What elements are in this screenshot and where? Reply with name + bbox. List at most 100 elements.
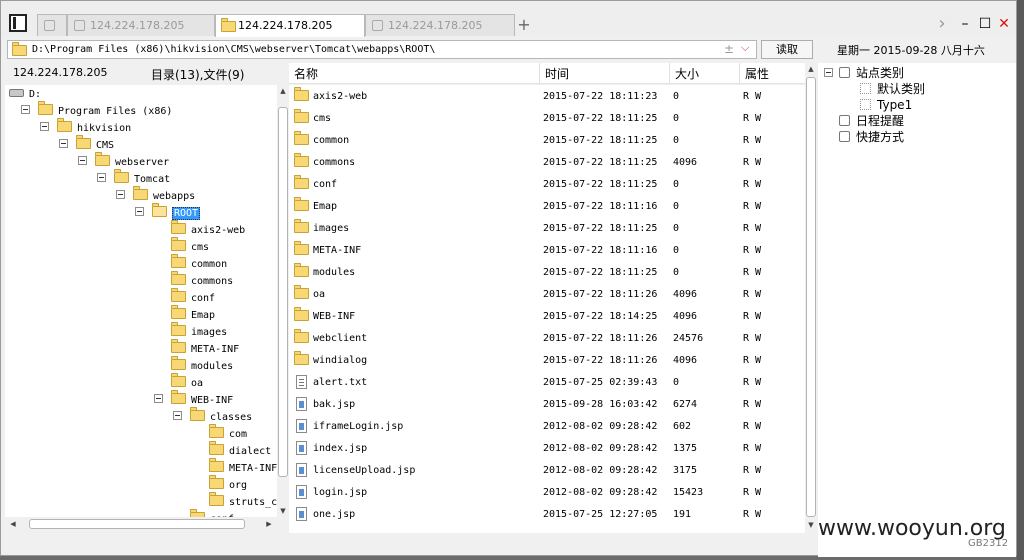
directory-tree[interactable]: D: Program Files (x86) hikvision CMS webserv… xyxy=(5,85,277,517)
scroll-up-icon[interactable]: ▲ xyxy=(277,87,289,95)
table-row[interactable]: bak.jsp 2015-09-28 16:03:42 6274 R W xyxy=(289,394,805,416)
folder-icon xyxy=(76,135,91,149)
table-row[interactable]: windialog 2015-07-22 18:11:26 4096 R W xyxy=(289,350,805,372)
tree-item[interactable]: Program Files (x86) xyxy=(21,101,172,119)
tree-item[interactable]: commons xyxy=(154,271,233,289)
table-row[interactable]: common 2015-07-22 18:11:25 0 R W xyxy=(289,130,805,152)
table-row[interactable]: iframeLogin.jsp 2012-08-02 09:28:42 602 R W xyxy=(289,416,805,438)
table-row[interactable]: WEB-INF 2015-07-22 18:14:25 4096 R W xyxy=(289,306,805,328)
scroll-thumb[interactable] xyxy=(806,77,816,517)
site-tree-item[interactable]: 日程提醒 xyxy=(824,113,904,129)
table-row[interactable]: META-INF 2015-07-22 18:11:16 0 R W xyxy=(289,240,805,262)
tree-item[interactable]: ROOT xyxy=(135,203,201,221)
col-attr-header[interactable]: 属性 xyxy=(745,65,769,82)
tree-item[interactable]: Tomcat xyxy=(97,169,170,187)
site-tree-item[interactable]: 默认类别 xyxy=(860,81,925,97)
file-list[interactable]: axis2-web 2015-07-22 18:11:23 0 R W cms 2015-… xyxy=(289,85,805,533)
tree-item[interactable]: axis2-web xyxy=(154,220,245,238)
file-size: 191 xyxy=(673,509,692,520)
tab-host-1[interactable]: 124.224.178.205 xyxy=(67,14,215,36)
tree-item-label: classes xyxy=(210,412,253,423)
site-tree-item[interactable]: Type1 xyxy=(860,97,912,113)
table-row[interactable]: cms 2015-07-22 18:11:25 0 R W xyxy=(289,108,805,130)
tree-item[interactable]: webapps xyxy=(116,186,195,204)
scroll-down-icon[interactable]: ▼ xyxy=(805,521,817,529)
tree-item[interactable]: CMS xyxy=(59,135,114,153)
read-button[interactable]: 读取 xyxy=(761,40,813,59)
collapse-icon[interactable] xyxy=(78,156,87,165)
maximize-button[interactable]: ☐ xyxy=(977,15,993,33)
tree-item[interactable]: images xyxy=(154,322,227,340)
minimize-button[interactable]: – xyxy=(958,15,972,33)
toggle-panel-icon[interactable] xyxy=(9,14,27,32)
tree-item[interactable]: struts_c xyxy=(192,492,277,510)
collapse-icon[interactable] xyxy=(116,190,125,199)
table-row[interactable]: conf 2015-07-22 18:11:25 0 R W xyxy=(289,174,805,196)
scroll-thumb[interactable] xyxy=(278,107,288,477)
collapse-icon[interactable] xyxy=(40,122,49,131)
scroll-right-icon[interactable]: ▶ xyxy=(263,520,275,528)
pin-icon[interactable]: ± xyxy=(724,42,734,56)
col-size-header[interactable]: 大小 xyxy=(675,65,699,82)
new-tab-button[interactable]: + xyxy=(516,15,532,35)
close-button[interactable]: ✕ xyxy=(997,15,1011,33)
scroll-left-icon[interactable]: ◀ xyxy=(7,520,19,528)
tree-item[interactable]: Emap xyxy=(154,305,215,323)
collapse-icon[interactable] xyxy=(824,68,833,77)
tree-item[interactable]: common xyxy=(154,254,227,272)
tab-host-2[interactable]: 124.224.178.205 xyxy=(215,14,365,37)
checkbox-icon[interactable] xyxy=(860,99,871,110)
tree-item[interactable]: classes xyxy=(173,407,253,425)
collapse-icon[interactable] xyxy=(59,139,68,148)
collapse-icon[interactable] xyxy=(21,105,30,114)
site-tree-item[interactable]: 快捷方式 xyxy=(824,129,904,145)
table-row[interactable]: oa 2015-07-22 18:11:26 4096 R W xyxy=(289,284,805,306)
tree-item[interactable]: META-INF xyxy=(154,339,239,357)
tree-item[interactable]: oa xyxy=(154,373,203,391)
file-size: 4096 xyxy=(673,311,698,322)
col-name-header[interactable]: 名称 xyxy=(294,65,318,82)
tree-item[interactable]: com xyxy=(192,424,247,442)
site-tree-item[interactable]: 站点类别 xyxy=(824,65,904,81)
tree-item[interactable]: conf xyxy=(154,288,215,306)
dropdown-chevron-icon[interactable]: ⌵ xyxy=(741,41,749,55)
tree-item[interactable]: D: xyxy=(9,85,41,102)
tree-hscrollbar[interactable]: ◀ ▶ xyxy=(5,517,277,531)
table-row[interactable]: Emap 2015-07-22 18:11:16 0 R W xyxy=(289,196,805,218)
tree-item[interactable]: conf xyxy=(173,509,234,517)
tree-item[interactable]: dialect xyxy=(192,441,271,459)
folder-icon xyxy=(294,329,309,343)
table-row[interactable]: alert.txt 2015-07-25 02:39:43 0 R W xyxy=(289,372,805,394)
table-row[interactable]: login.jsp 2012-08-02 09:28:42 15423 R W xyxy=(289,482,805,504)
path-input[interactable]: D:\Program Files (x86)\hikvision\CMS\web… xyxy=(7,40,757,59)
table-row[interactable]: modules 2015-07-22 18:11:25 0 R W xyxy=(289,262,805,284)
tree-item[interactable]: META-INF xyxy=(192,458,277,476)
table-row[interactable]: index.jsp 2012-08-02 09:28:42 1375 R W xyxy=(289,438,805,460)
tree-scrollbar[interactable]: ▲ ▼ xyxy=(277,85,289,517)
scroll-down-icon[interactable]: ▼ xyxy=(277,507,289,515)
checkbox-icon[interactable] xyxy=(860,83,871,94)
table-row[interactable]: images 2015-07-22 18:11:25 0 R W xyxy=(289,218,805,240)
table-row[interactable]: axis2-web 2015-07-22 18:11:23 0 R W xyxy=(289,86,805,108)
collapse-icon[interactable] xyxy=(97,173,106,182)
collapse-icon[interactable] xyxy=(173,411,182,420)
tree-item[interactable]: org xyxy=(192,475,247,493)
tree-item[interactable]: webserver xyxy=(78,152,169,170)
tree-item[interactable]: cms xyxy=(154,237,209,255)
table-row[interactable]: licenseUpload.jsp 2012-08-02 09:28:42 3175… xyxy=(289,460,805,482)
table-row[interactable]: webclient 2015-07-22 18:11:26 24576 R W xyxy=(289,328,805,350)
tree-item[interactable]: hikvision xyxy=(40,118,131,136)
nav-forward-icon[interactable]: › xyxy=(935,15,949,33)
collapse-icon[interactable] xyxy=(154,394,163,403)
collapse-icon[interactable] xyxy=(135,207,144,216)
tab-host-3[interactable]: 124.224.178.205 xyxy=(365,14,515,36)
table-row[interactable]: commons 2015-07-22 18:11:25 4096 R W xyxy=(289,152,805,174)
tab-blank[interactable] xyxy=(37,14,67,36)
hscroll-thumb[interactable] xyxy=(29,519,245,529)
tree-item[interactable]: modules xyxy=(154,356,233,374)
list-scrollbar[interactable]: ▲ ▼ xyxy=(805,63,817,533)
table-row[interactable]: one.jsp 2015-07-25 12:27:05 191 R W xyxy=(289,504,805,526)
tree-item[interactable]: WEB-INF xyxy=(154,390,233,408)
col-time-header[interactable]: 时间 xyxy=(545,65,569,82)
scroll-up-icon[interactable]: ▲ xyxy=(805,65,817,73)
